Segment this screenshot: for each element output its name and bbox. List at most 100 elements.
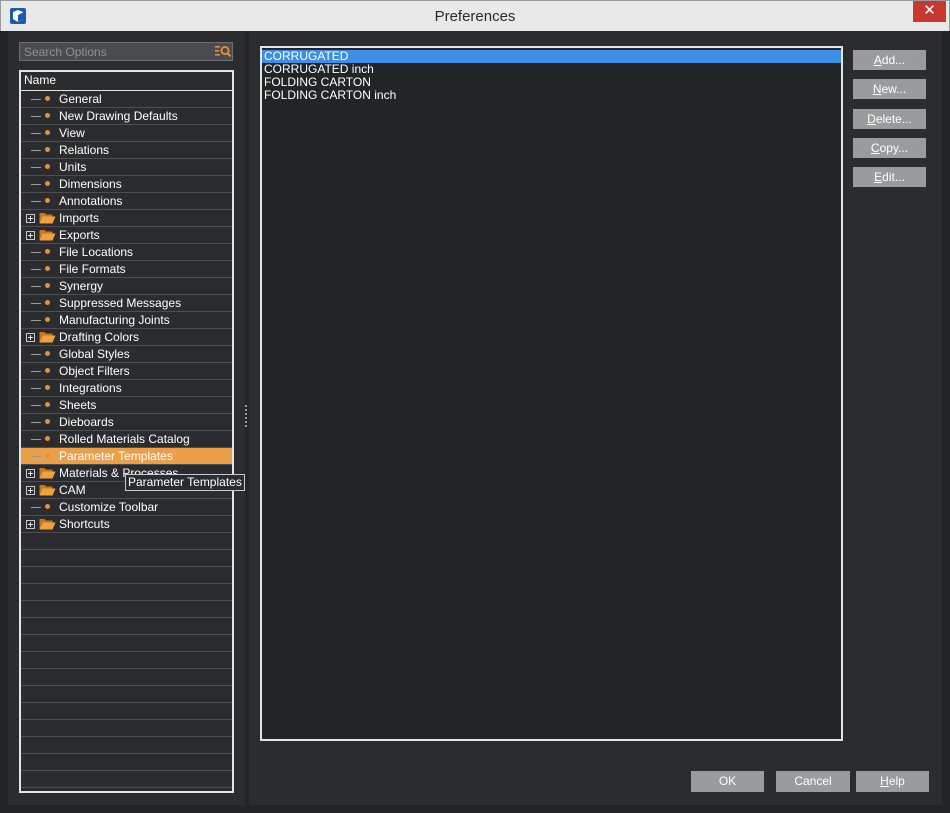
templates-list[interactable]: CORRUGATED CORRUGATED inch FOLDING CARTON F… bbox=[260, 46, 843, 741]
tree-item-label: Customize Toolbar bbox=[59, 500, 159, 514]
folder-icon bbox=[39, 518, 56, 530]
window-title: Preferences bbox=[434, 8, 516, 25]
templates-list-items: CORRUGATED CORRUGATED inch FOLDING CARTON F… bbox=[262, 48, 841, 102]
search-icon[interactable] bbox=[215, 45, 231, 58]
tree-item-general[interactable]: General bbox=[21, 91, 232, 108]
tree-item-customize-toolbar[interactable]: Customize Toolbar bbox=[21, 499, 232, 516]
bullet-icon bbox=[45, 130, 50, 135]
tree-item-sheets[interactable]: Sheets bbox=[21, 397, 232, 414]
template-list-item[interactable]: FOLDING CARTON inch bbox=[262, 89, 841, 102]
tree-item-rolled-materials-catalog[interactable]: Rolled Materials Catalog bbox=[21, 431, 232, 448]
tree-item-label: Shortcuts bbox=[59, 517, 110, 531]
tree-empty-row bbox=[21, 567, 232, 584]
close-button[interactable]: ✕ bbox=[913, 1, 946, 22]
bullet-icon bbox=[45, 181, 50, 186]
tree-connector-line bbox=[31, 320, 41, 321]
tooltip: Parameter Templates bbox=[125, 474, 245, 491]
tree-connector-line bbox=[31, 201, 41, 202]
expand-plus-icon[interactable] bbox=[26, 214, 35, 223]
tree-item-units[interactable]: Units bbox=[21, 159, 232, 176]
tree-connector-line bbox=[31, 456, 41, 457]
tree-item-label: View bbox=[59, 126, 85, 140]
tree-item-label: Parameter Templates bbox=[59, 449, 173, 463]
expand-plus-icon[interactable] bbox=[26, 469, 35, 478]
tree-item-file-locations[interactable]: File Locations bbox=[21, 244, 232, 261]
new-button[interactable]: New... bbox=[853, 79, 926, 99]
tree-item-label: Integrations bbox=[59, 381, 122, 395]
tree-connector-line bbox=[31, 133, 41, 134]
tree-item-annotations[interactable]: Annotations bbox=[21, 193, 232, 210]
tree-empty-row bbox=[21, 618, 232, 635]
tree-item-dimensions[interactable]: Dimensions bbox=[21, 176, 232, 193]
tree-column-header: Name bbox=[21, 72, 232, 91]
tree-connector-line bbox=[31, 371, 41, 372]
tree-item-manufacturing-joints[interactable]: Manufacturing Joints bbox=[21, 312, 232, 329]
tree-item-label: Annotations bbox=[59, 194, 123, 208]
bullet-icon bbox=[45, 249, 50, 254]
tree-connector-line bbox=[31, 252, 41, 253]
tree-item-imports[interactable]: Imports bbox=[21, 210, 232, 227]
tree-connector-line bbox=[31, 354, 41, 355]
tree-item-label: Sheets bbox=[59, 398, 97, 412]
tree-connector-line bbox=[31, 388, 41, 389]
edit-button-label: dit... bbox=[882, 170, 905, 184]
copy-button-label: opy... bbox=[879, 141, 909, 155]
copy-button-mnemonic: C bbox=[870, 141, 880, 155]
tree-empty-row bbox=[21, 635, 232, 652]
bullet-icon bbox=[45, 453, 50, 458]
tree-item-global-styles[interactable]: Global Styles bbox=[21, 346, 232, 363]
tree-item-dieboards[interactable]: Dieboards bbox=[21, 414, 232, 431]
help-button[interactable]: Help bbox=[856, 771, 929, 792]
tree-empty-row bbox=[21, 652, 232, 669]
tree-item-label: File Formats bbox=[59, 262, 126, 276]
tree-item-label: Object Filters bbox=[59, 364, 130, 378]
expand-plus-icon[interactable] bbox=[26, 486, 35, 495]
pane-splitter-handle[interactable] bbox=[244, 405, 248, 429]
tree-item-relations[interactable]: Relations bbox=[21, 142, 232, 159]
tree-empty-row bbox=[21, 720, 232, 737]
tree-connector-line bbox=[31, 99, 41, 100]
edit-button[interactable]: Edit... bbox=[853, 167, 926, 187]
tree-empty-row bbox=[21, 601, 232, 618]
tree-connector-line bbox=[31, 507, 41, 508]
folder-icon bbox=[39, 212, 56, 224]
title-bar: Preferences ✕ bbox=[0, 0, 950, 31]
cancel-button[interactable]: Cancel bbox=[776, 771, 850, 792]
tree-item-exports[interactable]: Exports bbox=[21, 227, 232, 244]
tree-item-new-drawing-defaults[interactable]: New Drawing Defaults bbox=[21, 108, 232, 125]
add-button[interactable]: Add... bbox=[853, 50, 926, 70]
tree-empty-row bbox=[21, 703, 232, 720]
bullet-icon bbox=[45, 436, 50, 441]
tree-empty-row bbox=[21, 669, 232, 686]
tree-item-label: CAM bbox=[59, 483, 86, 497]
delete-button-label: elete... bbox=[875, 112, 912, 126]
search-input[interactable] bbox=[20, 43, 210, 60]
expand-plus-icon[interactable] bbox=[26, 520, 35, 529]
folder-icon bbox=[39, 467, 56, 479]
tree-item-label: Drafting Colors bbox=[59, 330, 140, 344]
ok-button[interactable]: OK bbox=[691, 771, 764, 792]
tree-item-view[interactable]: View bbox=[21, 125, 232, 142]
delete-button[interactable]: Delete... bbox=[853, 109, 926, 129]
tree-item-label: Exports bbox=[59, 228, 100, 242]
options-tree[interactable]: Name General New Drawing Defaults View Rela… bbox=[19, 70, 234, 793]
tree-item-shortcuts[interactable]: Shortcuts bbox=[21, 516, 232, 533]
bullet-icon bbox=[45, 368, 50, 373]
bullet-icon bbox=[45, 419, 50, 424]
tree-item-drafting-colors[interactable]: Drafting Colors bbox=[21, 329, 232, 346]
bullet-icon bbox=[45, 402, 50, 407]
folder-icon bbox=[39, 229, 56, 241]
copy-button[interactable]: Copy... bbox=[853, 138, 926, 158]
edit-button-mnemonic: E bbox=[874, 170, 883, 184]
bullet-icon bbox=[45, 300, 50, 305]
tree-item-file-formats[interactable]: File Formats bbox=[21, 261, 232, 278]
tree-item-synergy[interactable]: Synergy bbox=[21, 278, 232, 295]
tree-item-suppressed-messages[interactable]: Suppressed Messages bbox=[21, 295, 232, 312]
tree-item-parameter-templates[interactable]: Parameter Templates bbox=[21, 448, 232, 465]
expand-plus-icon[interactable] bbox=[26, 333, 35, 342]
tree-item-object-filters[interactable]: Object Filters bbox=[21, 363, 232, 380]
expand-plus-icon[interactable] bbox=[26, 231, 35, 240]
search-box bbox=[19, 42, 233, 61]
tree-item-label: Relations bbox=[59, 143, 110, 157]
tree-item-integrations[interactable]: Integrations bbox=[21, 380, 232, 397]
